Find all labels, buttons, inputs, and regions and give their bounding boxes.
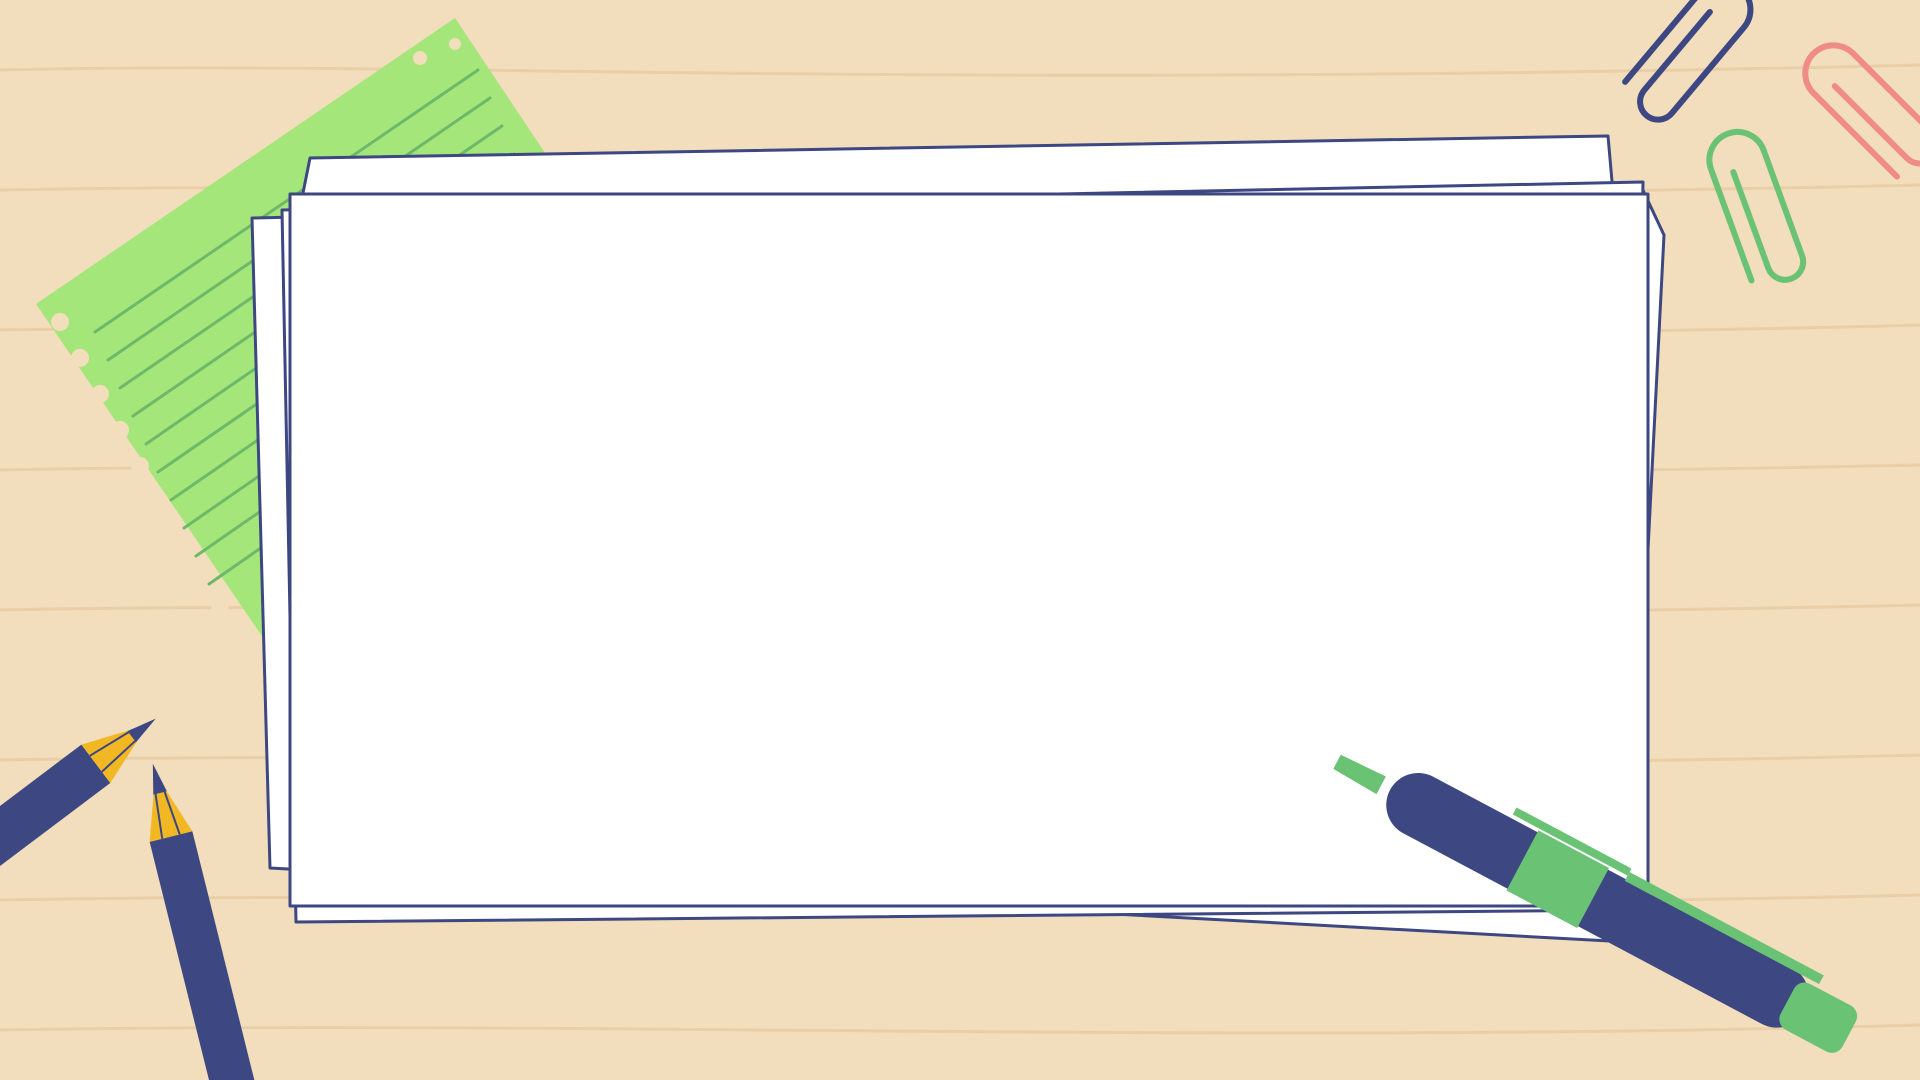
desk-background-scene bbox=[0, 0, 1920, 1080]
